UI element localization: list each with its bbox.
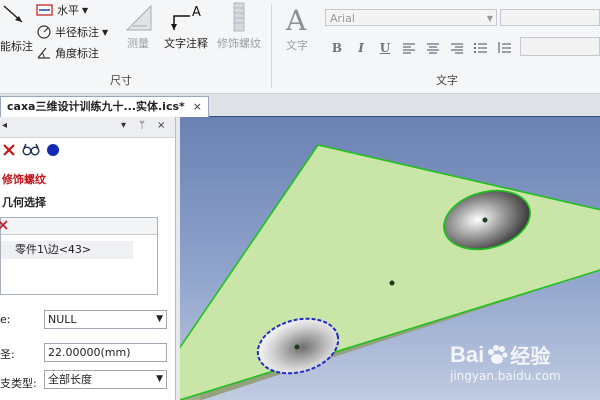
diameter-input[interactable]: 22.00000(mm) — [44, 343, 167, 362]
decorative-thread-button[interactable]: 修饰螺纹 — [213, 2, 265, 51]
list-header — [0, 218, 157, 235]
chevron-down-icon: ▼ — [156, 374, 163, 384]
text-height-field[interactable] — [520, 37, 600, 56]
length-type-value: 全部长度 — [48, 373, 92, 386]
apply-blue-circle-icon[interactable] — [46, 143, 60, 157]
measure-button[interactable]: 测量 — [122, 2, 154, 51]
align-right-button[interactable] — [445, 39, 469, 57]
format-toolbar: B I U — [325, 39, 517, 57]
text-style-icon: A — [285, 4, 307, 37]
cancel-x-icon[interactable] — [2, 143, 16, 157]
preview-glasses-icon[interactable] — [22, 143, 40, 157]
close-icon[interactable]: × — [193, 97, 202, 117]
text-annotation-label: 文字注释 — [164, 37, 208, 50]
hole-center-point — [294, 344, 300, 350]
radius-icon — [37, 25, 51, 39]
align-right-icon — [451, 43, 463, 54]
bold-button[interactable]: B — [325, 39, 349, 57]
angle-label: 角度标注 — [55, 47, 99, 60]
text-annotation-button[interactable]: A 文字注释 — [160, 2, 212, 51]
horizontal-label: 水平 — [57, 4, 79, 17]
font-name-select[interactable]: Arial ▼ — [325, 9, 497, 26]
smart-dimension-icon — [3, 5, 23, 23]
field-label-2: 圣: — [0, 348, 15, 361]
watermark: Bai 经验 jingyan.baidu.com — [450, 340, 561, 384]
align-left-button[interactable] — [397, 39, 421, 57]
panel-menu-chevron-icon[interactable]: ▾ — [121, 120, 126, 131]
panel-toolbar — [0, 139, 60, 161]
feature-title: 修饰螺纹 — [2, 173, 46, 186]
hole-center-point — [482, 217, 488, 223]
watermark-url: jingyan.baidu.com — [450, 369, 561, 383]
document-tab-title: caxa三维设计训练九十...实体.ics* — [7, 100, 185, 113]
smart-dimension-button[interactable] — [0, 2, 30, 26]
horizontal-dimension-button[interactable]: 水平 ▼ — [36, 2, 88, 18]
bullets-button[interactable] — [469, 39, 493, 57]
geometry-selection-heading: 几何选择 — [2, 196, 46, 209]
chevron-down-icon: ▼ — [82, 5, 89, 15]
dimension-group-label: 尺寸 — [110, 74, 132, 87]
chevron-down-icon: ▼ — [486, 14, 493, 23]
field-label-3: 支类型: — [0, 377, 37, 390]
watermark-brand-suffix: 经验 — [510, 344, 551, 368]
radius-label: 半径标注 — [55, 26, 99, 39]
paw-logo-icon — [488, 344, 508, 364]
thread-spec-select[interactable]: NULL ▼ — [44, 310, 167, 329]
document-tab[interactable]: caxa三维设计训练九十...实体.ics* × — [0, 96, 209, 117]
measure-icon — [125, 4, 152, 31]
align-center-button[interactable] — [421, 39, 445, 57]
panel-header: ◂ ▾ ᛘ × — [0, 117, 175, 138]
watermark-brand: Bai — [450, 341, 485, 367]
panel-gripper[interactable]: ◂ — [2, 120, 7, 131]
property-panel: ◂ ▾ ᛘ × 修饰螺纹 几何选择 零件1\边<43> e: NULL ▼ 圣:… — [0, 117, 176, 400]
bullet-list-icon — [474, 43, 487, 53]
angle-dimension-button[interactable]: 角度标注 — [36, 45, 99, 61]
list-item[interactable]: 零件1\边<43> — [1, 241, 133, 259]
smart-dimension-label: 能标注 — [0, 40, 33, 53]
chevron-down-icon: ▼ — [156, 314, 163, 324]
remove-x-icon[interactable] — [0, 218, 9, 232]
ribbon: 能标注 水平 ▼ 半径标注 ▼ 角度标注 测量 A 文字注释 修饰螺纹 尺寸 A… — [0, 0, 600, 94]
text-button-label: 文字 — [286, 39, 308, 52]
italic-button[interactable]: I — [349, 39, 373, 57]
face-center-point — [389, 280, 395, 286]
align-left-icon — [403, 43, 415, 54]
thread-icon — [233, 2, 245, 32]
horizontal-dimension-icon — [36, 4, 53, 16]
numbered-list-icon — [498, 42, 511, 53]
underline-button[interactable]: U — [373, 39, 397, 57]
thread-spec-value: NULL — [48, 313, 77, 326]
text-annotation-icon: A — [171, 5, 201, 30]
group-separator — [271, 4, 272, 88]
measure-label: 测量 — [127, 37, 149, 50]
geometry-selection-list[interactable]: 零件1\边<43> — [0, 217, 158, 295]
radius-dimension-button[interactable]: 半径标注 ▼ — [36, 24, 108, 40]
angle-icon — [37, 47, 50, 59]
decorative-thread-label: 修饰螺纹 — [217, 37, 261, 50]
text-button[interactable]: A 文字 — [280, 4, 314, 53]
length-type-select[interactable]: 全部长度 ▼ — [44, 370, 167, 389]
document-tab-bar: caxa三维设计训练九十...实体.ics* × — [0, 94, 600, 118]
text-group-label: 文字 — [436, 74, 458, 87]
svg-text:A: A — [192, 5, 201, 20]
pin-icon[interactable]: ᛘ — [139, 120, 145, 131]
chevron-down-icon: ▼ — [102, 27, 109, 37]
field-label-1: e: — [0, 313, 11, 326]
panel-close-icon[interactable]: × — [157, 120, 165, 131]
align-center-icon — [427, 43, 439, 54]
numbering-button[interactable] — [493, 39, 517, 57]
svg-text:A: A — [285, 4, 307, 34]
font-size-select[interactable] — [500, 9, 600, 26]
font-name-value: Arial — [330, 12, 355, 25]
